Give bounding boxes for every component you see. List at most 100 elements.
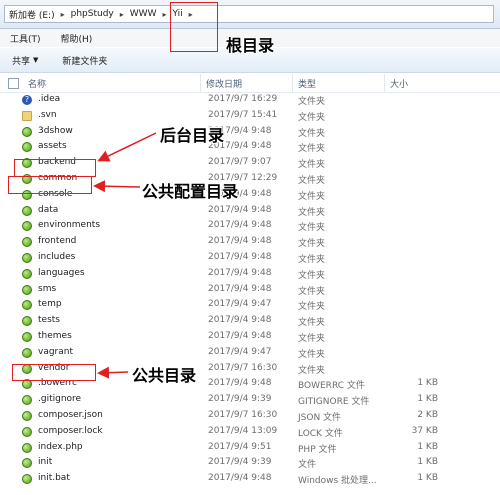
column-divider[interactable] <box>384 74 385 92</box>
chevron-right-icon[interactable]: ▸ <box>61 10 65 19</box>
file-type: 文件夹 <box>298 144 326 155</box>
svn-folder-icon <box>22 221 32 232</box>
list-item[interactable]: includes 2017/9/4 9:48 文件夹 <box>0 250 500 266</box>
column-name[interactable]: 名称 <box>28 77 46 90</box>
file-date: 2017/9/7 15:41 <box>208 109 278 120</box>
file-type: 文件夹 <box>298 112 326 123</box>
file-date: 2017/9/4 9:48 <box>208 330 272 341</box>
annotation-root: 根目录 <box>226 36 275 55</box>
file-date: 2017/9/4 9:48 <box>208 251 272 262</box>
annotation-backend: 后台目录 <box>160 126 225 145</box>
file-name: assets <box>38 141 67 152</box>
file-date: 2017/9/7 16:30 <box>208 362 278 373</box>
file-name: includes <box>38 251 76 262</box>
list-item[interactable]: assets 2017/9/4 9:48 文件夹 <box>0 139 500 155</box>
question-icon: ? <box>22 95 32 105</box>
file-name: composer.lock <box>38 425 103 436</box>
breadcrumb[interactable]: 新加卷 (E:) ▸ phpStudy ▸ WWW ▸ Yii ▸ <box>4 5 494 23</box>
file-date: 2017/9/4 9:39 <box>208 457 272 468</box>
chevron-right-icon[interactable]: ▸ <box>162 10 166 19</box>
file-type: 文件夹 <box>298 349 326 360</box>
list-item[interactable]: .gitignore 2017/9/4 9:39 GITIGNORE 文件 1 KB <box>0 392 500 408</box>
menu-tools[interactable]: 工具(T) <box>0 32 51 45</box>
file-type: LOCK 文件 <box>298 428 343 439</box>
column-date[interactable]: 修改日期 <box>206 77 242 90</box>
file-size: 2 KB <box>417 409 438 420</box>
file-name: 3dshow <box>38 125 73 136</box>
file-date: 2017/9/4 9:51 <box>208 441 272 452</box>
svn-folder-icon <box>22 268 32 279</box>
file-size: 1 KB <box>417 457 438 468</box>
list-item[interactable]: 3dshow 2017/9/4 9:48 文件夹 <box>0 124 500 140</box>
list-item[interactable]: ? .idea 2017/9/7 16:29 文件夹 <box>0 92 500 108</box>
file-type: 文件夹 <box>298 302 326 313</box>
chevron-right-icon[interactable]: ▸ <box>120 10 124 19</box>
share-button[interactable]: 共享 ▼ <box>0 54 50 67</box>
file-type: BOWERRC 文件 <box>298 381 365 392</box>
crumb-label: 新加卷 (E:) <box>9 10 55 21</box>
svn-folder-icon <box>22 300 32 311</box>
svn-file-icon <box>22 474 32 485</box>
chevron-down-icon: ▼ <box>33 56 39 64</box>
file-size: 37 KB <box>411 425 438 436</box>
file-size: 1 KB <box>417 441 438 452</box>
list-item[interactable]: temp 2017/9/4 9:47 文件夹 <box>0 297 500 313</box>
file-date: 2017/9/7 16:30 <box>208 409 278 420</box>
breadcrumb-www[interactable]: WWW ▸ <box>130 9 167 19</box>
file-name: init <box>38 457 53 468</box>
file-type: 文件夹 <box>298 333 326 344</box>
file-name: tests <box>38 315 60 326</box>
list-item[interactable]: vagrant 2017/9/4 9:47 文件夹 <box>0 345 500 361</box>
file-date: 2017/9/4 9:48 <box>208 204 272 215</box>
address-bar: 新加卷 (E:) ▸ phpStudy ▸ WWW ▸ Yii ▸ <box>0 0 500 29</box>
folder-icon <box>22 110 32 121</box>
select-all-checkbox[interactable] <box>8 78 19 89</box>
list-item[interactable]: environments 2017/9/4 9:48 文件夹 <box>0 218 500 234</box>
list-item[interactable]: init.bat 2017/9/4 9:48 Windows 批处理... 1 KB <box>0 471 500 487</box>
list-item[interactable]: tests 2017/9/4 9:48 文件夹 <box>0 313 500 329</box>
column-divider[interactable] <box>292 74 293 92</box>
file-name: vagrant <box>38 346 74 357</box>
file-type: 文件夹 <box>298 128 326 139</box>
list-item[interactable]: data 2017/9/4 9:48 文件夹 <box>0 203 500 219</box>
list-item[interactable]: composer.lock 2017/9/4 13:09 LOCK 文件 37 KB <box>0 424 500 440</box>
file-date: 2017/9/4 9:48 <box>208 283 272 294</box>
column-divider[interactable] <box>200 74 201 92</box>
svn-folder-icon <box>22 347 32 358</box>
list-item[interactable]: init 2017/9/4 9:39 文件 1 KB <box>0 455 500 471</box>
file-type: 文件夹 <box>298 191 326 202</box>
file-date: 2017/9/7 16:29 <box>208 94 278 104</box>
menu-help[interactable]: 帮助(H) <box>51 32 103 45</box>
svn-folder-icon <box>22 331 32 342</box>
svn-folder-icon <box>22 284 32 295</box>
file-date: 2017/9/4 9:48 <box>208 473 272 484</box>
new-folder-button[interactable]: 新建文件夹 <box>50 54 119 67</box>
breadcrumb-drive[interactable]: 新加卷 (E:) ▸ <box>9 8 65 21</box>
file-name: data <box>38 204 59 215</box>
file-type: 文件夹 <box>298 207 326 218</box>
list-item[interactable]: themes 2017/9/4 9:48 文件夹 <box>0 329 500 345</box>
file-date: 2017/9/4 9:48 <box>208 236 272 247</box>
svn-file-icon <box>22 458 32 469</box>
file-type: PHP 文件 <box>298 444 337 455</box>
file-name: frontend <box>38 236 77 247</box>
list-item[interactable]: sms 2017/9/4 9:48 文件夹 <box>0 282 500 298</box>
breadcrumb-phpstudy[interactable]: phpStudy ▸ <box>71 9 124 19</box>
svn-file-icon <box>22 442 32 453</box>
list-item[interactable]: .svn 2017/9/7 15:41 文件夹 <box>0 108 500 124</box>
column-header: 名称 修改日期 类型 大小 <box>0 74 500 93</box>
file-type: 文件夹 <box>298 239 326 250</box>
svn-folder-icon <box>22 316 32 327</box>
file-name: .idea <box>38 94 61 104</box>
file-date: 2017/9/4 9:48 <box>208 315 272 326</box>
list-item[interactable]: index.php 2017/9/4 9:51 PHP 文件 1 KB <box>0 440 500 456</box>
list-item[interactable]: composer.json 2017/9/7 16:30 JSON 文件 2 KB <box>0 408 500 424</box>
list-item[interactable]: frontend 2017/9/4 9:48 文件夹 <box>0 234 500 250</box>
file-list: ? .idea 2017/9/7 16:29 文件夹 .svn 2017/9/7 15:4… <box>0 92 500 487</box>
file-name: languages <box>38 267 85 278</box>
column-type[interactable]: 类型 <box>298 77 316 90</box>
file-date: 2017/9/7 9:07 <box>208 157 272 168</box>
column-size[interactable]: 大小 <box>390 77 408 90</box>
list-item[interactable]: languages 2017/9/4 9:48 文件夹 <box>0 266 500 282</box>
file-date: 2017/9/4 9:48 <box>208 378 272 389</box>
